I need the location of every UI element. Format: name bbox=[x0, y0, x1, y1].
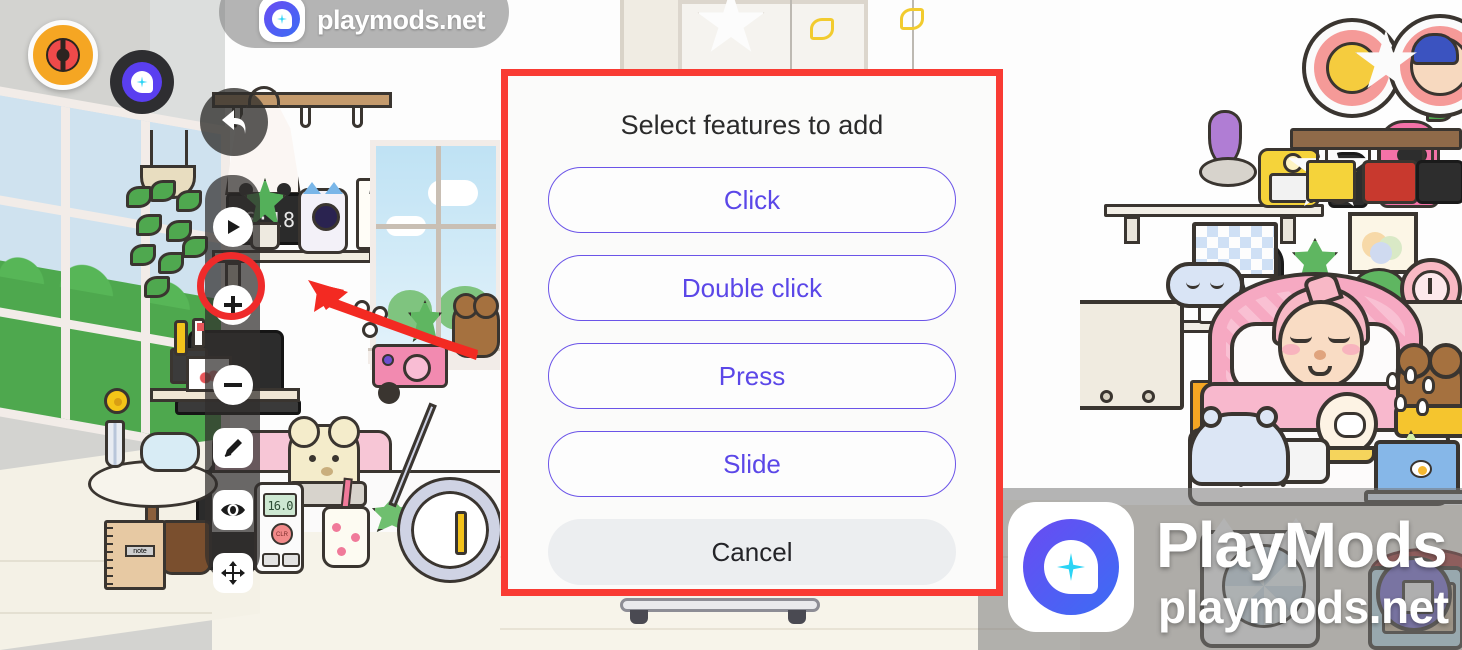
move-button[interactable] bbox=[212, 553, 253, 593]
play-button[interactable] bbox=[212, 207, 253, 247]
ac-remote: 16.0 CLR bbox=[254, 482, 304, 574]
ladybug-icon bbox=[46, 38, 80, 72]
red-sweater bbox=[1362, 160, 1418, 204]
eye-icon bbox=[220, 504, 245, 516]
remove-button[interactable] bbox=[212, 365, 253, 405]
dialog-title: Select features to add bbox=[620, 110, 884, 140]
edit-button[interactable] bbox=[212, 428, 253, 468]
ring-lamp bbox=[400, 480, 500, 580]
minus-icon bbox=[223, 383, 242, 387]
select-features-dialog: Select features to add Click Double clic… bbox=[501, 69, 1003, 596]
bunny-plush bbox=[1188, 406, 1290, 486]
notebook: note bbox=[104, 520, 166, 590]
ladybug-floating-button[interactable] bbox=[28, 20, 98, 90]
play-icon bbox=[227, 220, 240, 234]
option-double-click-button[interactable]: Double click bbox=[548, 255, 956, 321]
option-slide-button[interactable]: Slide bbox=[548, 431, 956, 497]
visibility-button[interactable] bbox=[212, 490, 253, 530]
screen: 6:18 Mgt 2202 bbox=[0, 0, 1462, 650]
highlight-circle bbox=[197, 252, 265, 320]
watermark-subtitle: playmods.net bbox=[1158, 581, 1449, 633]
tools-toolbar bbox=[205, 175, 260, 593]
teddy-bear-small bbox=[452, 293, 500, 358]
top-banner-text: playmods.net bbox=[317, 4, 486, 35]
white-flowers bbox=[354, 300, 394, 344]
playmods-watermark-icon bbox=[1008, 502, 1134, 632]
wall-picture bbox=[1348, 212, 1418, 274]
playmods-watermark: PlayMods playmods.net bbox=[978, 488, 1462, 650]
watermark-title: PlayMods bbox=[1156, 509, 1448, 581]
yellow-shirt bbox=[1306, 160, 1356, 202]
playmods-icon bbox=[122, 62, 162, 102]
ac-temperature: 16.0 bbox=[263, 493, 297, 517]
back-arrow-icon bbox=[222, 110, 246, 134]
pencil-icon bbox=[224, 439, 242, 457]
back-button[interactable] bbox=[200, 88, 268, 156]
pink-camera bbox=[372, 344, 448, 388]
black-shirt bbox=[1416, 160, 1462, 204]
ballerina-figure bbox=[1199, 110, 1257, 187]
playmods-floating-button[interactable] bbox=[110, 50, 174, 114]
cancel-button[interactable]: Cancel bbox=[548, 519, 956, 585]
drink-cup bbox=[322, 506, 370, 568]
ac-button-label: CLR bbox=[271, 523, 293, 545]
notebook-label: note bbox=[125, 545, 155, 557]
playmods-logo-icon bbox=[259, 0, 305, 42]
move-icon bbox=[220, 561, 245, 585]
option-press-button[interactable]: Press bbox=[548, 343, 956, 409]
camera-device bbox=[298, 182, 348, 254]
top-playmods-banner: playmods.net bbox=[219, 0, 509, 48]
option-click-button[interactable]: Click bbox=[548, 167, 956, 233]
